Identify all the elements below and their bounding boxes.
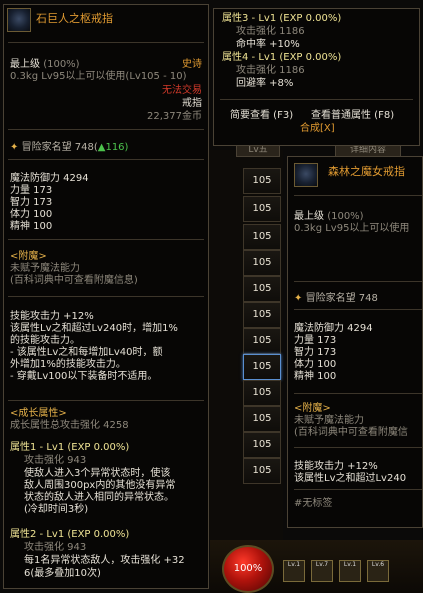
enchant-header: <附魔> [10, 251, 47, 262]
item-type: 戒指 [182, 98, 202, 109]
skill-attack-desc: 该属性Lv之和超过Lv240 [294, 473, 407, 484]
attr4-bonus: 回避率 +8% [236, 78, 294, 89]
top-attribute-tooltip: 属性3 - Lv1 (EXP 0.00%) 攻击强化 1186 命中率 +10%… [213, 8, 420, 146]
attr2-attack: 攻击强化 943 [24, 542, 87, 553]
list-cell[interactable]: 105 [243, 458, 281, 484]
item-title: 石巨人之枢戒指 [36, 12, 113, 25]
skill-line: 技能攻击力 +12% [10, 311, 94, 322]
attr2-desc-line2: 6(最多叠加10次) [24, 568, 101, 579]
attr3-title: 属性3 - Lv1 (EXP 0.00%) [222, 13, 342, 24]
list-cell[interactable]: 105 [243, 168, 281, 194]
right-item-tooltip: 森林之魔女戒指 最上级 (100%) 0.3kg Lv95以上可以使用 ✦ 冒险… [287, 156, 423, 528]
attr3-bonus: 命中率 +10% [236, 39, 300, 50]
normal-attr-link[interactable]: 查看普通属性 (F8) [311, 110, 394, 122]
stat-line: 精神 100 [294, 371, 337, 382]
skill-slot[interactable]: Lv.1 [283, 560, 305, 582]
skill-slot[interactable]: Lv.1 [339, 560, 361, 582]
enchant-header: <附魔> [294, 403, 331, 414]
reputation-row: ✦ 冒险家名望 748 [294, 293, 378, 304]
attr2-desc-line1: 每1名异常状态敌人，攻击强化 +32 [24, 555, 185, 566]
ring-icon [7, 8, 31, 32]
attr3-attack: 攻击强化 1186 [236, 26, 305, 37]
stat-line: 魔法防御力 4294 [294, 323, 373, 334]
reputation-icon: ✦ [10, 142, 19, 153]
ring-icon [294, 163, 318, 187]
attr1-desc-line: (冷却时间3秒) [24, 504, 89, 515]
list-cell[interactable]: 105 [243, 224, 281, 250]
hp-orb: 100% [222, 545, 274, 593]
item-tag: #无标签 [294, 498, 333, 509]
attr1-desc-line: 状态的敌人进入相同的异常状态。 [24, 492, 174, 503]
stat-line: 力量 173 [294, 335, 337, 346]
attr1-desc-line: 敌人周围300px内的其他没有异常 [24, 480, 176, 491]
skill-slot[interactable]: Lv.7 [311, 560, 333, 582]
growth-header: <成长属性> [10, 408, 67, 419]
synthesize-link[interactable]: 合成[X] [300, 123, 335, 135]
skill-line: - 穿戴Lv100以下装备时不适用。 [10, 371, 158, 382]
stat-line: 智力 173 [10, 197, 53, 208]
attr1-desc-line: 使敌人进入3个异常状态时，使该 [24, 468, 171, 479]
stat-line: 力量 173 [10, 185, 53, 196]
list-cell[interactable]: 105 [243, 250, 281, 276]
list-cell[interactable]: 105 [243, 406, 281, 432]
attr1-attack: 攻击强化 943 [24, 455, 87, 466]
item-grade: 最上级 (100%) [294, 211, 364, 222]
stat-line: 智力 173 [294, 347, 337, 358]
skill-line: 外增加1%的技能攻击力。 [10, 359, 126, 370]
item-rarity: 史诗 [182, 59, 202, 70]
item-title: 森林之魔女戒指 [328, 165, 405, 178]
list-cell[interactable]: 105 [243, 354, 281, 380]
enchant-status: 未赋予魔法能力 [10, 263, 80, 274]
stat-line: 魔法防御力 4294 [10, 173, 89, 184]
skill-line: - 该属性Lv之和每增加Lv40时，额 [10, 347, 163, 358]
skill-line: 的技能攻击力。 [10, 335, 80, 346]
growth-total: 成长属性总攻击强化 4258 [10, 420, 129, 431]
list-cell[interactable]: 105 [243, 196, 281, 222]
enchant-hint: (百科词典中可查看附魔信息) [10, 275, 138, 286]
skill-attack-line: 技能攻击力 +12% [294, 461, 378, 472]
list-cell[interactable]: 105 [243, 328, 281, 354]
attr4-attack: 攻击强化 1186 [236, 65, 305, 76]
list-cell[interactable]: 105 [243, 432, 281, 458]
simple-view-link[interactable]: 简要查看 (F3) [230, 110, 293, 122]
stat-line: 精神 100 [10, 221, 53, 232]
list-cell[interactable]: 105 [243, 276, 281, 302]
list-cell[interactable]: 105 [243, 302, 281, 328]
reputation-icon: ✦ [294, 293, 303, 304]
list-cell[interactable]: 105 [243, 380, 281, 406]
skill-line: 该属性Lv之和超过Lv240时，增加1% [10, 323, 178, 334]
stat-line: 体力 100 [294, 359, 337, 370]
left-item-tooltip: 石巨人之枢戒指 最上级 (100%) 史诗 0.3kg Lv95以上可以使用(L… [3, 4, 209, 589]
item-level-req: 0.3kg Lv95以上可以使用 [294, 223, 410, 234]
item-price: 22,377金币 [147, 111, 202, 122]
no-trade-label: 无法交易 [162, 85, 202, 96]
attr2-title: 属性2 - Lv1 (EXP 0.00%) [10, 529, 130, 540]
attr4-title: 属性4 - Lv1 (EXP 0.00%) [222, 52, 342, 63]
stat-line: 体力 100 [10, 209, 53, 220]
enchant-hint: (百科词典中可查看附魔信 [294, 427, 408, 438]
item-level-req: 0.3kg Lv95以上可以使用(Lv105 - 10) [10, 71, 187, 82]
reputation-row: ✦ 冒险家名望 748(▲116) [10, 142, 129, 153]
skill-slot[interactable]: Lv.6 [367, 560, 389, 582]
item-grade: 最上级 (100%) [10, 59, 80, 70]
enchant-status: 未赋予魔法能力 [294, 415, 364, 426]
attr1-title: 属性1 - Lv1 (EXP 0.00%) [10, 442, 130, 453]
